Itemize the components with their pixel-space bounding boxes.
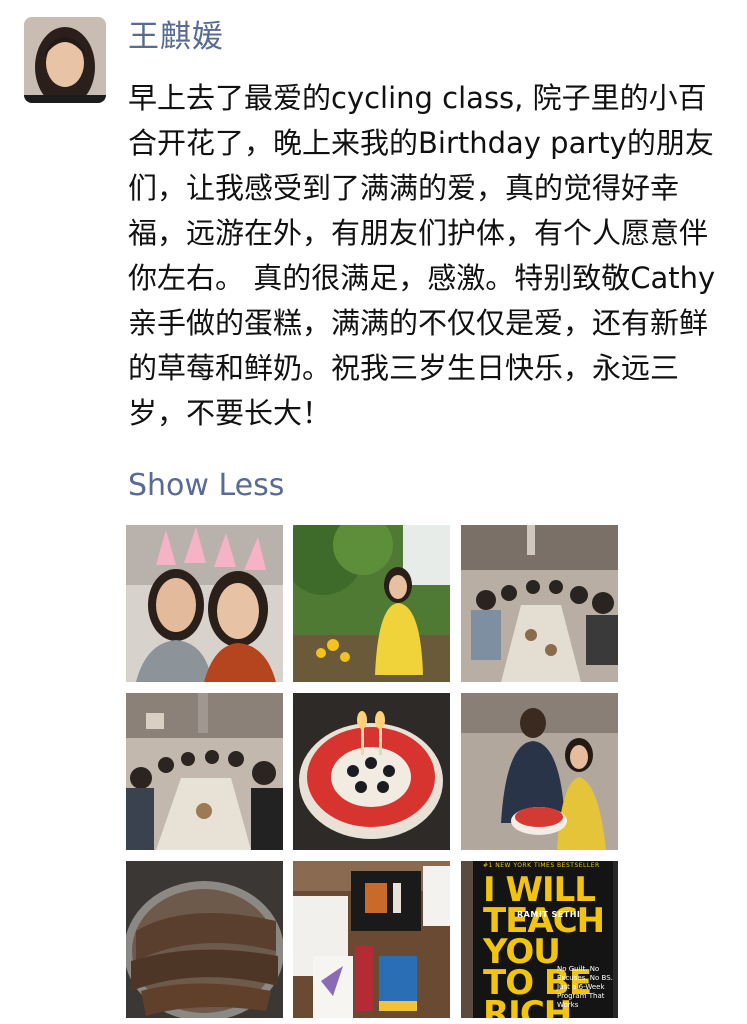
book-badge: #1 NEW YORK TIMES BESTSELLER	[483, 862, 600, 869]
photo-4-group-dinner[interactable]	[126, 693, 283, 850]
photo-2-garden[interactable]	[293, 525, 450, 682]
author-name[interactable]: 王麒媛	[128, 16, 224, 58]
photo-grid: #1 NEW YORK TIMES BESTSELLER I WILL TEAC…	[126, 525, 618, 1018]
photo-9-book[interactable]: #1 NEW YORK TIMES BESTSELLER I WILL TEAC…	[461, 861, 618, 1018]
photo-8-gifts[interactable]	[293, 861, 450, 1018]
book-author: RAMIT SETHI	[517, 910, 581, 919]
book-blurb: No Guilt. No Excuses. No BS. Just a 6-We…	[557, 965, 613, 1009]
avatar-photo	[24, 17, 106, 103]
photo-1-selfie[interactable]	[126, 525, 283, 682]
avatar[interactable]	[24, 17, 106, 103]
photo-6-cake-cutting[interactable]	[461, 693, 618, 850]
photo-5-strawberry-cake[interactable]	[293, 693, 450, 850]
show-less-link[interactable]: Show Less	[128, 466, 284, 506]
photo-3-group-dinner[interactable]	[461, 525, 618, 682]
post-text: 早上去了最爱的cycling class, 院子里的小百合开花了，晚上来我的Bi…	[128, 81, 716, 430]
photo-7-grilled-beef[interactable]	[126, 861, 283, 1018]
